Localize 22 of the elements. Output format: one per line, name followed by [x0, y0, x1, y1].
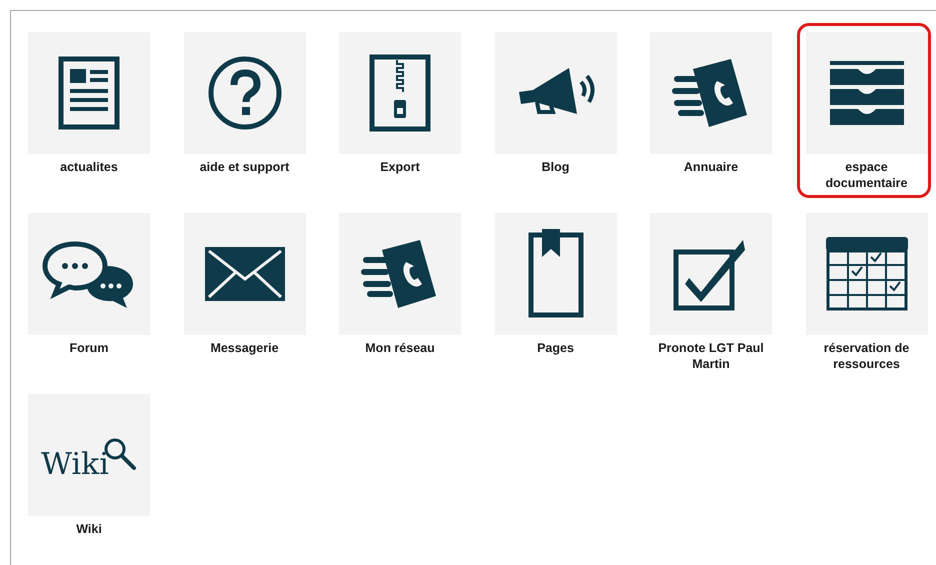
app-label: aide et support [198, 159, 290, 175]
app-label: Wiki [75, 521, 103, 537]
drawers-icon [830, 61, 904, 125]
app-tile[interactable]: espace documentaire [796, 23, 930, 198]
app-label: Pages [536, 340, 575, 356]
app-label: Export [379, 159, 421, 175]
app-label: réservation de ressources [822, 340, 910, 372]
app-label: Blog [540, 159, 570, 175]
app-label: Messagerie [209, 340, 280, 356]
envelope-icon [204, 247, 284, 301]
newspaper-icon [58, 56, 120, 130]
wiki-logo-text: Wiki [41, 446, 109, 482]
app-label: actualites [59, 159, 119, 175]
app-label: Mon réseau [364, 340, 436, 356]
app-label: Pronote LGT Paul Martin [657, 340, 765, 372]
bookmarked-page-icon [528, 229, 584, 319]
app-label: Annuaire [682, 159, 740, 175]
calendar-icon [826, 237, 908, 311]
help-icon [206, 55, 282, 131]
app-label: Forum [68, 340, 110, 356]
zipper-file-icon [369, 54, 431, 132]
app-label: espace documentaire [824, 159, 908, 191]
